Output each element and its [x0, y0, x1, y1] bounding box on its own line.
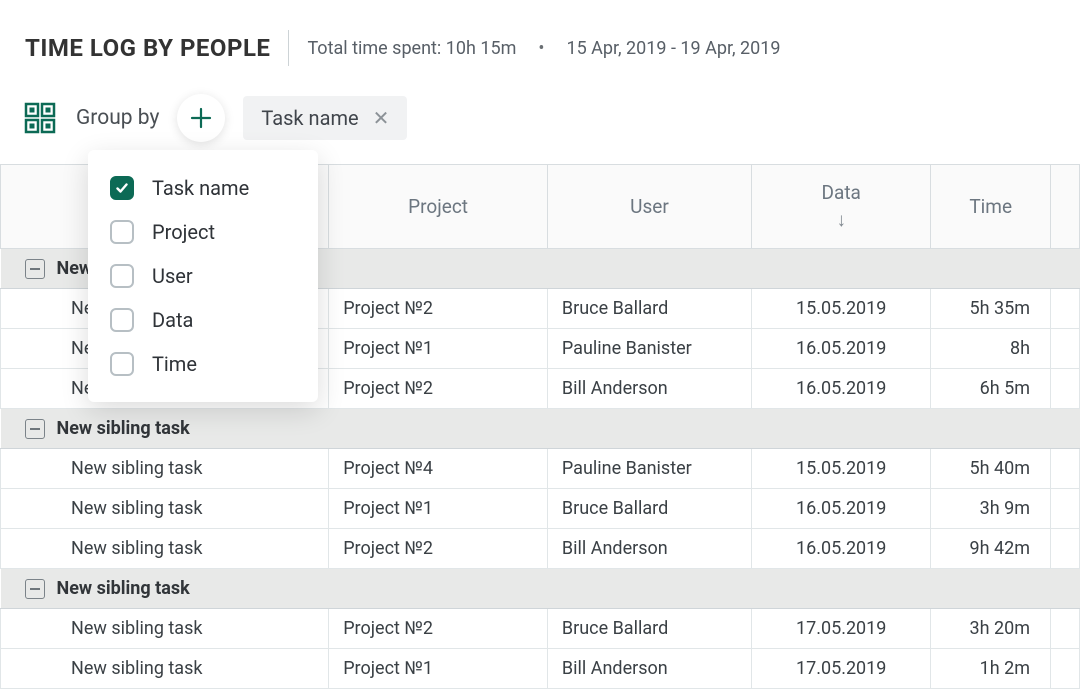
minus-icon: [30, 268, 40, 270]
cell-time: 8h: [931, 329, 1051, 369]
cell-time: 1h 2m: [931, 649, 1051, 689]
cell-time: 5h 40m: [931, 449, 1051, 489]
cell-data: 17.05.2019: [751, 649, 930, 689]
group-label: New: [57, 258, 93, 279]
checkbox[interactable]: [110, 352, 134, 376]
cell-user: Pauline Banister: [547, 449, 751, 489]
group-label: New sibling task: [57, 418, 190, 439]
table-row[interactable]: New sibling taskProject №4Pauline Banist…: [1, 449, 1080, 489]
dropdown-option-label: Data: [152, 308, 193, 332]
dropdown-option[interactable]: Project: [88, 210, 318, 254]
minus-icon: [30, 588, 40, 590]
dropdown-option[interactable]: Time: [88, 342, 318, 386]
group-row[interactable]: New sibling task: [1, 569, 1080, 609]
collapse-toggle[interactable]: [25, 579, 45, 599]
cell-data: 17.05.2019: [751, 609, 930, 649]
group-by-dropdown[interactable]: Task name Project User Data Time: [88, 150, 318, 402]
dropdown-option-label: User: [152, 264, 193, 288]
group-label: New sibling task: [57, 578, 190, 599]
dropdown-option[interactable]: Task name: [88, 166, 318, 210]
dropdown-option[interactable]: User: [88, 254, 318, 298]
cell-tail: [1051, 649, 1080, 689]
cell-tail: [1051, 489, 1080, 529]
cell-time: 3h 9m: [931, 489, 1051, 529]
group-row[interactable]: New sibling task: [1, 409, 1080, 449]
page-title: TIME LOG BY PEOPLE: [25, 34, 270, 62]
divider: [288, 30, 289, 66]
table-row[interactable]: New sibling taskProject №1Bill Anderson1…: [1, 649, 1080, 689]
cell-user: Bruce Ballard: [547, 489, 751, 529]
cell-data: 15.05.2019: [751, 289, 930, 329]
cell-data: 16.05.2019: [751, 329, 930, 369]
cell-tail: [1051, 609, 1080, 649]
cell-task: New sibling task: [1, 489, 329, 529]
cell-time: 9h 42m: [931, 529, 1051, 569]
header: TIME LOG BY PEOPLE Total time spent: 10h…: [0, 0, 1080, 94]
group-chip[interactable]: Task name ✕: [243, 96, 407, 140]
cell-task: New sibling task: [1, 529, 329, 569]
summary: Total time spent: 10h 15m • 15 Apr, 2019…: [307, 38, 780, 59]
cell-tail: [1051, 329, 1080, 369]
checkbox[interactable]: [110, 176, 134, 200]
column-header-tail: [1051, 165, 1080, 249]
cell-time: 3h 20m: [931, 609, 1051, 649]
cell-tail: [1051, 369, 1080, 409]
table-row[interactable]: New sibling taskProject №2Bruce Ballard1…: [1, 609, 1080, 649]
cell-tail: [1051, 449, 1080, 489]
add-group-button[interactable]: [177, 94, 225, 142]
cell-user: Bill Anderson: [547, 369, 751, 409]
cell-data: 15.05.2019: [751, 449, 930, 489]
date-range: 15 Apr, 2019 - 19 Apr, 2019: [566, 38, 780, 59]
table-row[interactable]: New sibling taskProject №1Bruce Ballard1…: [1, 489, 1080, 529]
chip-label: Task name: [261, 106, 358, 130]
dropdown-option-label: Task name: [152, 176, 249, 200]
cell-task: New sibling task: [1, 649, 329, 689]
cell-time: 6h 5m: [931, 369, 1051, 409]
checkbox[interactable]: [110, 264, 134, 288]
cell-tail: [1051, 289, 1080, 329]
cell-user: Bruce Ballard: [547, 289, 751, 329]
cell-data: 16.05.2019: [751, 489, 930, 529]
column-header-project[interactable]: Project: [329, 165, 548, 249]
cell-project: Project №2: [329, 529, 548, 569]
dot-separator: •: [538, 38, 544, 59]
collapse-toggle[interactable]: [25, 259, 45, 279]
dropdown-option-label: Project: [152, 220, 215, 244]
cell-project: Project №1: [329, 489, 548, 529]
column-header-time[interactable]: Time: [931, 165, 1051, 249]
sort-arrow-down-icon: ↓: [836, 208, 846, 232]
cell-project: Project №2: [329, 289, 548, 329]
plus-icon: [189, 106, 213, 130]
cell-task: New sibling task: [1, 449, 329, 489]
cell-user: Pauline Banister: [547, 329, 751, 369]
collapse-toggle[interactable]: [25, 419, 45, 439]
cell-project: Project №1: [329, 649, 548, 689]
cell-project: Project №1: [329, 329, 548, 369]
toolbar: Group by Task name ✕ Task nameProjectUse…: [0, 94, 1080, 164]
minus-icon: [30, 428, 40, 430]
grid-icon[interactable]: [22, 100, 58, 136]
checkbox[interactable]: [110, 220, 134, 244]
close-icon[interactable]: ✕: [373, 108, 390, 128]
cell-task: New sibling task: [1, 609, 329, 649]
cell-tail: [1051, 529, 1080, 569]
column-header-user[interactable]: User: [547, 165, 751, 249]
cell-user: Bruce Ballard: [547, 609, 751, 649]
cell-project: Project №4: [329, 449, 548, 489]
total-time: Total time spent: 10h 15m: [307, 38, 516, 59]
column-header-data[interactable]: Data↓: [751, 165, 930, 249]
cell-project: Project №2: [329, 369, 548, 409]
cell-user: Bill Anderson: [547, 649, 751, 689]
cell-data: 16.05.2019: [751, 369, 930, 409]
dropdown-option[interactable]: Data: [88, 298, 318, 342]
cell-data: 16.05.2019: [751, 529, 930, 569]
group-by-label: Group by: [76, 106, 159, 130]
dropdown-option-label: Time: [152, 352, 197, 376]
table-row[interactable]: New sibling taskProject №2Bill Anderson1…: [1, 529, 1080, 569]
cell-user: Bill Anderson: [547, 529, 751, 569]
cell-time: 5h 35m: [931, 289, 1051, 329]
checkbox[interactable]: [110, 308, 134, 332]
cell-project: Project №2: [329, 609, 548, 649]
